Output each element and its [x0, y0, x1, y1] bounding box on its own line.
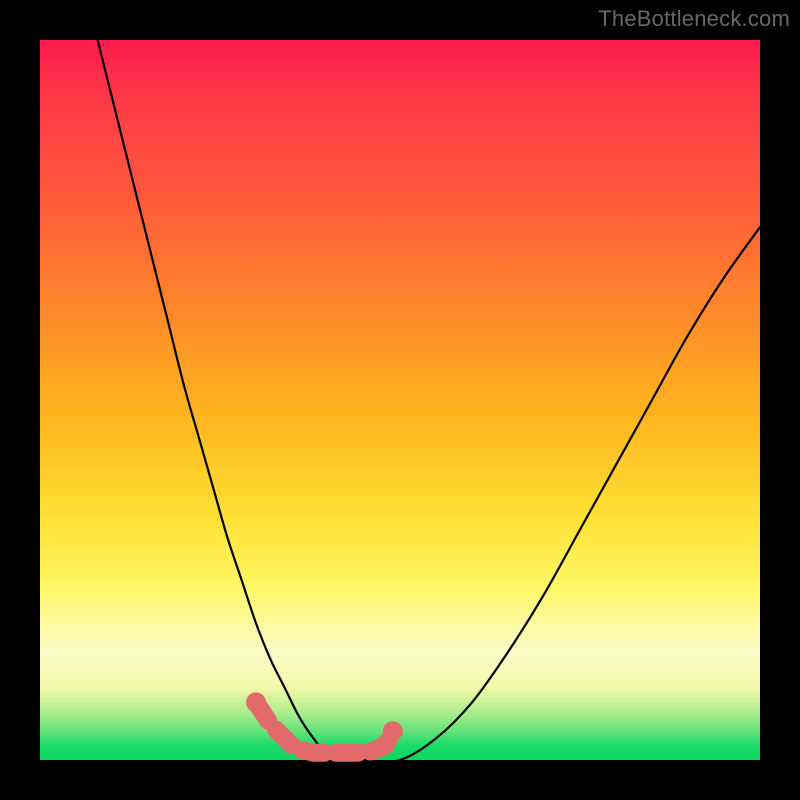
optimal-range-cap: [383, 721, 403, 741]
optimal-range-stroke: [256, 702, 393, 752]
watermark-text: TheBottleneck.com: [598, 6, 790, 32]
optimal-range-marker: [246, 692, 403, 752]
plot-area: [40, 40, 760, 760]
chart-frame: TheBottleneck.com: [0, 0, 800, 800]
curve-layer: [40, 40, 760, 760]
optimal-range-cap: [246, 692, 266, 712]
bottleneck-curve: [98, 40, 760, 762]
